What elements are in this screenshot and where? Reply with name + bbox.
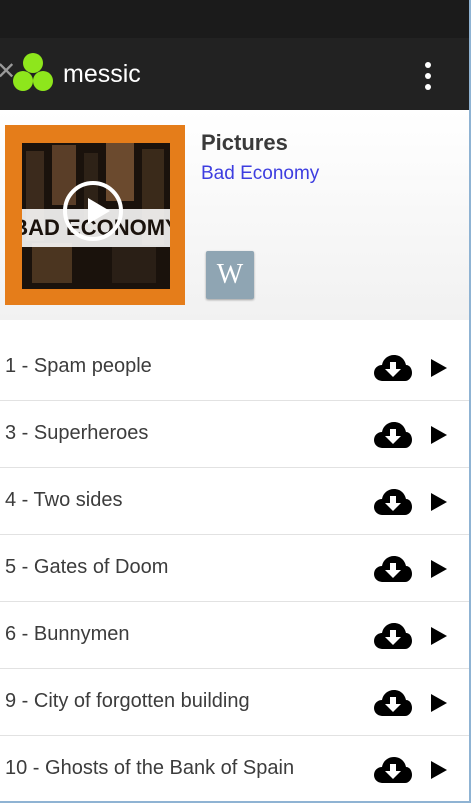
status-bar [0,0,471,38]
play-album-icon[interactable] [63,181,123,241]
album-title: Pictures [201,130,288,155]
play-track-icon[interactable] [431,426,447,444]
track-row[interactable]: 1 - Spam people [0,334,469,401]
track-row[interactable]: 3 - Superheroes [0,401,469,468]
wikipedia-button[interactable]: W [206,251,254,299]
track-title: 3 - Superheroes [5,422,149,444]
cloud-download-icon[interactable] [374,354,412,382]
messic-logo-icon[interactable] [12,52,54,94]
overflow-menu-icon[interactable] [414,58,442,94]
track-title: 10 - Ghosts of the Bank of Spain [5,757,295,779]
cloud-download-icon[interactable] [374,756,412,784]
track-title: 6 - Bunnymen [5,623,130,645]
cloud-download-icon[interactable] [374,689,412,717]
cloud-download-icon[interactable] [374,421,412,449]
cloud-download-icon[interactable] [374,622,412,650]
cloud-download-icon[interactable] [374,555,412,583]
play-track-icon[interactable] [431,761,447,779]
track-row[interactable]: 6 - Bunnymen [0,602,469,669]
album-cover[interactable]: BAD ECONOMY [5,125,185,305]
play-track-icon[interactable] [431,560,447,578]
track-title: 4 - Two sides [5,489,123,511]
action-bar: ✕ messic [0,38,471,110]
play-track-icon[interactable] [431,493,447,511]
play-track-icon[interactable] [431,627,447,645]
artist-link[interactable]: Bad Economy [201,162,319,186]
track-list: 1 - Spam people 3 - Superheroes 4 - Two … [0,334,469,803]
track-title: 9 - City of forgotten building [5,690,250,712]
play-track-icon[interactable] [431,359,447,377]
play-track-icon[interactable] [431,694,447,712]
cloud-download-icon[interactable] [374,488,412,516]
track-title: 1 - Spam people [5,355,152,377]
track-row[interactable]: 5 - Gates of Doom [0,535,469,602]
track-row[interactable]: 9 - City of forgotten building [0,669,469,736]
track-row[interactable]: 10 - Ghosts of the Bank of Spain [0,736,469,803]
track-title: 5 - Gates of Doom [5,556,169,578]
app-title: messic [63,60,141,88]
track-row[interactable]: 4 - Two sides [0,468,469,535]
